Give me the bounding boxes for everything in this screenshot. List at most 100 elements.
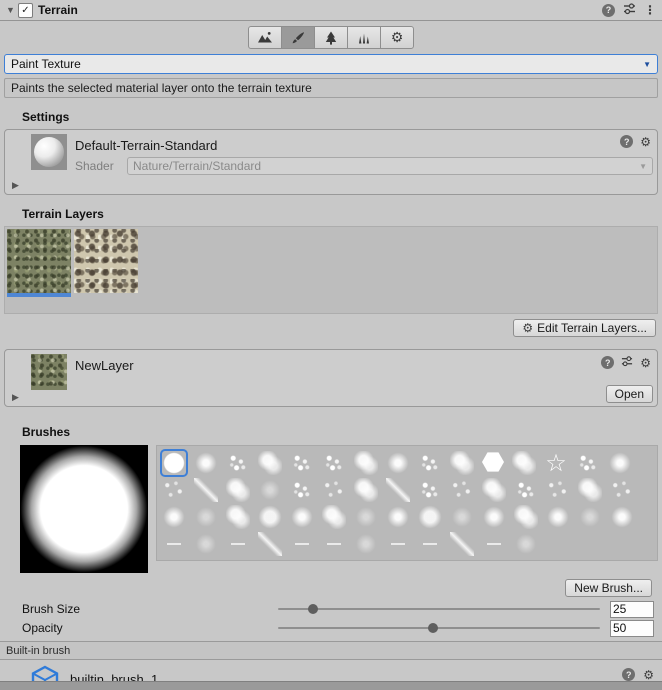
brush-thumbnail-faint[interactable] bbox=[258, 478, 282, 502]
brush-thumbnail-organic[interactable] bbox=[354, 478, 378, 502]
brush-thumbnail-scatter[interactable] bbox=[162, 478, 186, 502]
brush-thumbnail-scatter[interactable] bbox=[546, 478, 570, 502]
brush-thumbnail-dash[interactable] bbox=[226, 532, 250, 556]
brush-thumbnail-faint[interactable] bbox=[578, 505, 602, 529]
brush-thumbnail-scatter[interactable] bbox=[610, 478, 634, 502]
material-name: Default-Terrain-Standard bbox=[31, 134, 653, 153]
gear-icon: ⚙ bbox=[522, 322, 533, 334]
preset-icon[interactable] bbox=[621, 355, 633, 370]
bottom-divider bbox=[0, 681, 662, 690]
brush-size-slider[interactable] bbox=[278, 601, 600, 617]
grass-details-icon bbox=[356, 30, 372, 46]
brush-thumbnail-soft[interactable] bbox=[386, 505, 410, 529]
brush-thumbnail-dash[interactable] bbox=[418, 532, 442, 556]
brush-thumbnail-soft[interactable] bbox=[162, 505, 186, 529]
brush-thumbnail-organic[interactable] bbox=[514, 505, 538, 529]
material-preview-sphere[interactable] bbox=[31, 134, 67, 170]
brush-thumbnail-faint[interactable] bbox=[514, 532, 538, 556]
layer-thumbnail[interactable] bbox=[31, 354, 67, 390]
shader-value: Nature/Terrain/Standard bbox=[133, 159, 261, 173]
brush-thumbnail-speckle[interactable] bbox=[290, 478, 314, 502]
brush-size-row: Brush Size bbox=[22, 601, 654, 617]
gear-icon[interactable]: ⚙ bbox=[640, 136, 651, 148]
tool-create-neighbor-terrains-button[interactable] bbox=[248, 26, 282, 49]
gear-icon[interactable]: ⚙ bbox=[643, 669, 654, 681]
brush-thumbnail-faint[interactable] bbox=[354, 532, 378, 556]
preset-icon[interactable] bbox=[623, 2, 636, 18]
kebab-menu-icon[interactable]: ⋮ bbox=[644, 3, 656, 17]
brush-thumbnail-organic[interactable] bbox=[226, 505, 250, 529]
brushes-section-label: Brushes bbox=[22, 425, 658, 439]
brush-thumbnail-organic[interactable] bbox=[482, 478, 506, 502]
brush-thumbnail-faint[interactable] bbox=[194, 532, 218, 556]
brush-thumbnail-dash[interactable] bbox=[162, 532, 186, 556]
brush-thumbnail-dash[interactable] bbox=[290, 532, 314, 556]
brush-thumbnail-organic[interactable] bbox=[578, 478, 602, 502]
brush-thumbnail-soft[interactable] bbox=[608, 451, 632, 475]
terrain-layer-thumbnail[interactable] bbox=[7, 229, 71, 293]
brush-thumbnail-organic[interactable] bbox=[322, 505, 346, 529]
help-icon[interactable]: ? bbox=[601, 356, 614, 369]
brush-thumbnail-selected[interactable] bbox=[162, 451, 186, 475]
brush-thumbnail-blob[interactable] bbox=[258, 505, 282, 529]
brush-thumbnail-speckle[interactable] bbox=[576, 451, 600, 475]
brush-thumbnail-faint[interactable] bbox=[194, 505, 218, 529]
help-icon[interactable]: ? bbox=[622, 668, 635, 681]
brush-thumbnail-dash[interactable] bbox=[322, 532, 346, 556]
brush-thumbnail-faint[interactable] bbox=[354, 505, 378, 529]
tool-paint-details-button[interactable] bbox=[347, 26, 381, 49]
brush-thumbnail-soft[interactable] bbox=[546, 505, 570, 529]
brush-thumbnail-soft[interactable] bbox=[610, 505, 634, 529]
brush-thumbnail-hex[interactable] bbox=[482, 451, 504, 473]
brush-thumbnail-speckle[interactable] bbox=[226, 451, 250, 475]
material-foldout-icon[interactable]: ▶ bbox=[12, 180, 19, 191]
brush-thumbnail-dash[interactable] bbox=[386, 532, 410, 556]
brush-thumbnail-organic[interactable] bbox=[512, 451, 536, 475]
brush-thumbnail-speckle[interactable] bbox=[290, 451, 314, 475]
brush-thumbnail-streak[interactable] bbox=[258, 532, 282, 556]
tool-terrain-settings-button[interactable]: ⚙ bbox=[380, 26, 414, 49]
brush-thumbnail-organic[interactable] bbox=[450, 451, 474, 475]
open-layer-button[interactable]: Open bbox=[606, 385, 653, 403]
brush-size-slider-thumb[interactable] bbox=[308, 604, 318, 614]
brush-thumbnail-speckle[interactable] bbox=[418, 478, 442, 502]
edit-terrain-layers-button[interactable]: ⚙ Edit Terrain Layers... bbox=[513, 319, 656, 337]
brush-thumbnail-speckle[interactable] bbox=[514, 478, 538, 502]
brush-thumbnail-streak[interactable] bbox=[450, 532, 474, 556]
brush-thumbnail-organic[interactable] bbox=[354, 451, 378, 475]
opacity-slider[interactable] bbox=[278, 620, 600, 636]
brush-thumbnail-blob[interactable] bbox=[418, 505, 442, 529]
brush-thumbnail-streak[interactable] bbox=[194, 478, 218, 502]
paint-mode-dropdown[interactable]: Paint Texture ▼ bbox=[4, 54, 658, 74]
brush-thumbnail-soft[interactable] bbox=[482, 505, 506, 529]
brush-size-field[interactable] bbox=[610, 601, 654, 618]
brush-thumbnail-speckle[interactable] bbox=[418, 451, 442, 475]
brush-thumbnail-soft[interactable] bbox=[290, 505, 314, 529]
brush-thumbnail-organic[interactable] bbox=[258, 451, 282, 475]
tool-paint-trees-button[interactable] bbox=[314, 26, 348, 49]
help-icon[interactable]: ? bbox=[602, 4, 615, 17]
component-foldout-icon[interactable]: ▼ bbox=[6, 5, 18, 15]
component-enabled-checkbox[interactable]: ✓ bbox=[18, 3, 33, 18]
brush-thumbnail-soft[interactable] bbox=[386, 451, 410, 475]
brush-thumbnail-streak[interactable] bbox=[386, 478, 410, 502]
tool-paint-terrain-button[interactable] bbox=[281, 26, 315, 49]
layer-foldout-icon[interactable]: ▶ bbox=[12, 392, 19, 403]
brush-thumbnail-scatter[interactable] bbox=[450, 478, 474, 502]
new-brush-button[interactable]: New Brush... bbox=[565, 579, 652, 597]
tree-icon bbox=[323, 30, 339, 46]
brush-thumbnail-scatter[interactable] bbox=[322, 478, 346, 502]
help-icon[interactable]: ? bbox=[620, 135, 633, 148]
brush-thumbnail-faint[interactable] bbox=[450, 505, 474, 529]
component-header: ▼ ✓ Terrain ? ⋮ bbox=[0, 0, 662, 21]
gear-icon[interactable]: ⚙ bbox=[640, 357, 651, 369]
brush-thumbnail-dash[interactable] bbox=[482, 532, 506, 556]
terrain-layers-section-label: Terrain Layers bbox=[22, 207, 658, 221]
opacity-field[interactable] bbox=[610, 620, 654, 637]
opacity-slider-thumb[interactable] bbox=[428, 623, 438, 633]
brush-thumbnail-soft[interactable] bbox=[194, 451, 218, 475]
terrain-layer-thumbnail[interactable] bbox=[74, 229, 138, 293]
brush-thumbnail-organic[interactable] bbox=[226, 478, 250, 502]
brush-thumbnail-star[interactable]: ☆ bbox=[544, 451, 568, 475]
brush-thumbnail-speckle[interactable] bbox=[322, 451, 346, 475]
